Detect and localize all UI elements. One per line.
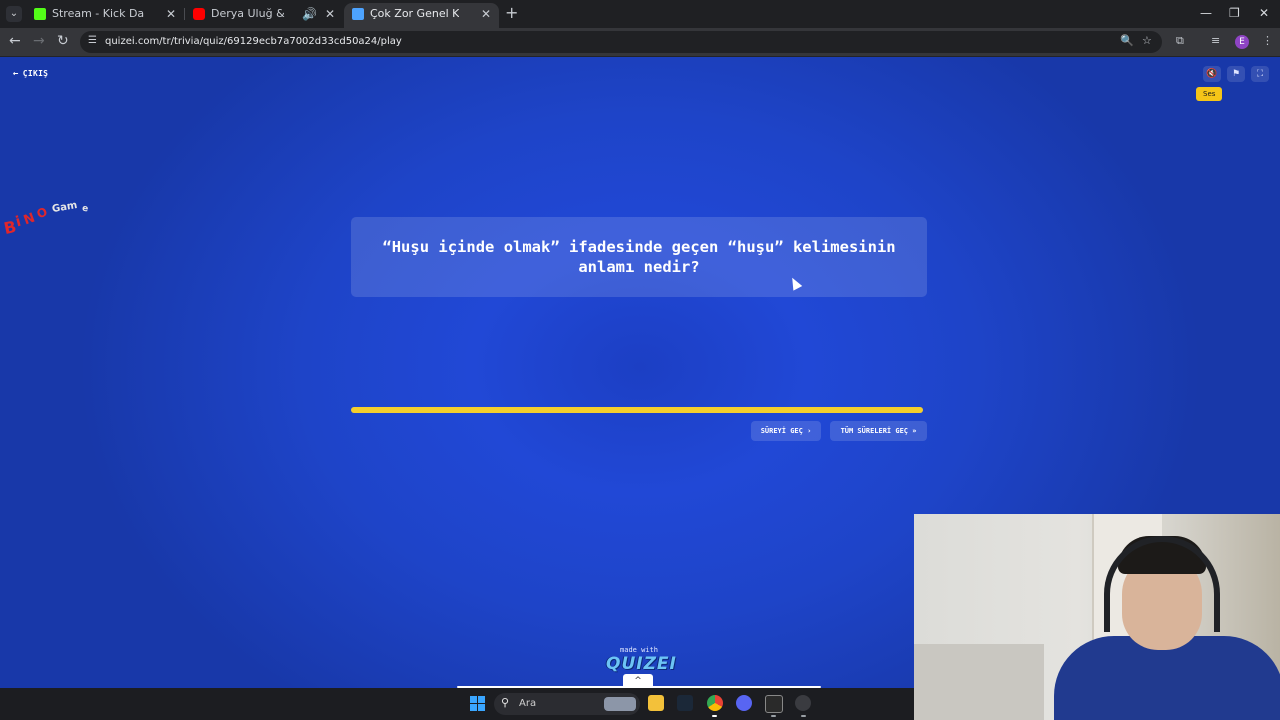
kick-icon (34, 8, 46, 20)
epic-games-icon[interactable] (765, 695, 783, 713)
skip-time-button[interactable]: SÜREYİ GEÇ › (751, 421, 821, 441)
fullscreen-button[interactable]: ⛶ (1251, 66, 1269, 82)
chrome-icon[interactable] (707, 695, 723, 711)
webcam-overlay (914, 514, 1280, 720)
steam-icon[interactable] (677, 695, 693, 711)
chevron-up-icon[interactable]: ^ (623, 674, 653, 688)
sound-toggle-button[interactable]: 🔇 (1203, 66, 1221, 82)
search-highlight-image (604, 697, 636, 711)
quizei-logo[interactable]: QUIZEI (606, 654, 676, 674)
browser-toolbar: ← → ↻ ☰ quizei.com/tr/trivia/quiz/69129e… (0, 28, 1280, 57)
youtube-icon (193, 8, 205, 20)
timer-progress-bar (351, 407, 923, 413)
skip-all-times-button[interactable]: TÜM SÜRELERİ GEÇ » (830, 421, 927, 441)
close-icon[interactable]: ✕ (166, 3, 176, 25)
obs-icon[interactable] (795, 695, 811, 711)
tab-title: Çok Zor Genel Kültür Testi Parti (370, 7, 459, 20)
url-text[interactable]: quizei.com/tr/trivia/quiz/69129ecb7a7002… (105, 31, 402, 53)
taskbar-search-placeholder: Ara (519, 698, 537, 709)
arrow-left-icon: ← (13, 69, 19, 79)
running-app-indicator (771, 715, 776, 717)
report-button[interactable]: ⚑ (1227, 66, 1245, 82)
tab-quizei[interactable]: Çok Zor Genel Kültür Testi Parti ✕ (344, 3, 499, 28)
tab-title: Stream - Kick Dashboard (52, 7, 144, 20)
close-icon[interactable]: ✕ (325, 3, 335, 25)
mute-icon: 🔇 (1206, 69, 1218, 79)
exit-label: ÇIKIŞ (22, 69, 49, 78)
windows-start-icon[interactable] (470, 696, 485, 711)
skip-all-label: TÜM SÜRELERİ GEÇ (840, 427, 908, 435)
timer-progress-fill (351, 407, 923, 413)
tab-kick-dashboard[interactable]: Stream - Kick Dashboard ✕ (26, 3, 184, 28)
taskbar-search-box[interactable]: ⚲ Ara (494, 693, 640, 715)
speaker-icon[interactable]: 🔊 (302, 3, 317, 25)
stream-watermark: B i N O Gam e (2, 199, 89, 239)
quizei-icon (352, 8, 364, 20)
skip-time-label: SÜREYİ GEÇ (760, 427, 803, 435)
chevron-right-icon: › (807, 427, 812, 435)
double-chevron-right-icon: » (912, 427, 917, 435)
fullscreen-icon: ⛶ (1256, 69, 1264, 79)
zoom-icon[interactable]: 🔍 (1120, 34, 1134, 47)
tab-title: Derya Uluğ & Asil Gök - Yo (211, 7, 287, 20)
bookmark-star-icon[interactable]: ☆ (1142, 34, 1152, 47)
close-icon[interactable]: ✕ (481, 3, 491, 25)
minimize-icon[interactable]: — (1200, 6, 1212, 20)
tab-search-icon[interactable]: ⌄ (6, 6, 22, 22)
flag-icon: ⚑ (1231, 69, 1241, 79)
extensions-icon[interactable]: ⧉ (1176, 34, 1184, 48)
restore-icon[interactable]: ❐ (1229, 6, 1240, 20)
tab-youtube[interactable]: Derya Uluğ & Asil Gök - Yo 🔊 ✕ (185, 3, 343, 28)
forward-icon[interactable]: → (33, 33, 45, 49)
active-app-indicator (712, 715, 717, 717)
window-close-icon[interactable]: ✕ (1259, 6, 1269, 20)
menu-icon[interactable]: ⋮ (1262, 34, 1273, 47)
reload-icon[interactable]: ↻ (57, 33, 69, 49)
webcam-background-bed (914, 644, 1044, 720)
file-explorer-icon[interactable] (648, 695, 664, 711)
exit-button[interactable]: ← ÇIKIŞ (13, 69, 48, 79)
running-app-indicator (801, 715, 806, 717)
search-icon: ⚲ (501, 696, 510, 709)
made-with-text: made with (620, 646, 658, 654)
question-text: “Huşu içinde olmak” ifadesinde geçen “hu… (382, 238, 896, 276)
back-icon[interactable]: ← (9, 33, 21, 49)
new-tab-icon[interactable]: + (505, 5, 518, 21)
profile-avatar[interactable]: E (1235, 35, 1249, 49)
question-card: “Huşu içinde olmak” ifadesinde geçen “hu… (351, 217, 927, 297)
discord-icon[interactable] (736, 695, 752, 711)
sound-tooltip: Ses (1196, 87, 1223, 101)
media-control-icon[interactable]: ≡ (1211, 34, 1220, 47)
address-bar[interactable]: ☰ quizei.com/tr/trivia/quiz/69129ecb7a70… (80, 31, 1162, 53)
site-info-icon[interactable]: ☰ (88, 35, 100, 47)
browser-tab-strip: ⌄ Stream - Kick Dashboard ✕ Derya Uluğ &… (0, 0, 1280, 28)
